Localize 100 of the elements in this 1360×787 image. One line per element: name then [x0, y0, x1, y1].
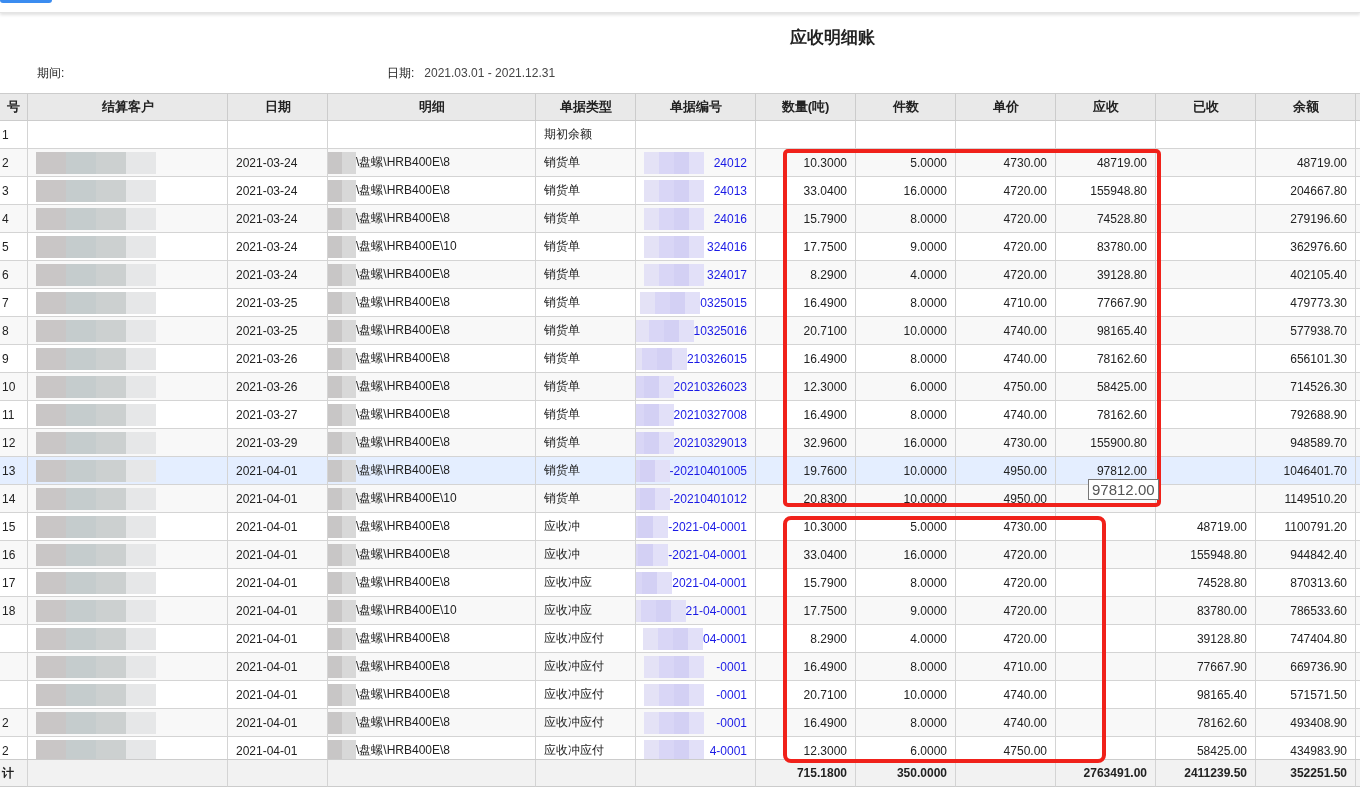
- table-cell: \盘螺\HRB400E\8: [356, 714, 451, 731]
- table-cell: \盘螺\HRB400E\8: [356, 182, 451, 199]
- table-row[interactable]: 2 2021-04-01 \盘螺\HRB400E\8 应收冲应付 -0001 16.4900 8.0000 4740.00 78162.60 493408.90: [0, 709, 1360, 737]
- table-cell: 期初余额: [544, 126, 592, 143]
- table-cell: 2021-03-24: [236, 267, 298, 282]
- document-link[interactable]: -20210401012: [669, 491, 747, 506]
- table-cell: 13: [2, 463, 16, 478]
- redaction-blur: [328, 403, 356, 426]
- report-title: 应收明细账: [790, 27, 875, 49]
- table-row[interactable]: 2021-04-01 \盘螺\HRB400E\8 应收冲应付 -0001 20.7100 10.0000 4740.00 98165.40 571571.50: [0, 681, 1360, 709]
- document-link[interactable]: -0001: [716, 659, 747, 674]
- table-cell: 870313.60: [1290, 575, 1347, 590]
- redaction-blur: [644, 151, 704, 174]
- table-cell: \盘螺\HRB400E\8: [356, 266, 451, 283]
- table-cell: 10.3000: [803, 155, 847, 170]
- table-cell: \盘螺\HRB400E\8: [356, 658, 451, 675]
- document-link[interactable]: 24016: [713, 211, 747, 226]
- document-link[interactable]: -0001: [716, 715, 747, 730]
- table-cell: \盘螺\HRB400E\8: [356, 462, 451, 479]
- table-cell: \盘螺\HRB400E\8: [356, 546, 451, 563]
- document-link[interactable]: 20210326023: [673, 379, 747, 394]
- table-cell: 493408.90: [1290, 715, 1347, 730]
- table-cell: 48719.00: [1196, 519, 1247, 534]
- table-cell: 39128.80: [1096, 267, 1147, 282]
- table-cell: 78162.60: [1096, 351, 1147, 366]
- table-cell: \盘螺\HRB400E\8: [356, 210, 451, 227]
- table-row[interactable]: 8 2021-03-25 \盘螺\HRB400E\8 销货单 10325016 20.7100 10.0000 4740.00 98165.40 577938.70: [0, 317, 1360, 345]
- document-link[interactable]: 21-04-0001: [685, 603, 747, 618]
- table-cell: 8.0000: [910, 295, 947, 310]
- table-cell: 402105.40: [1290, 267, 1347, 282]
- document-link[interactable]: 04-0001: [702, 631, 747, 646]
- table-cell: 15: [2, 519, 16, 534]
- table-row[interactable]: 16 2021-04-01 \盘螺\HRB400E\8 应收冲 -2021-04-0001 33.0400 16.0000 4720.00 155948.80 944842.40: [0, 541, 1360, 569]
- table-row[interactable]: 11 2021-03-27 \盘螺\HRB400E\8 销货单 20210327008 16.4900 8.0000 4740.00 78162.60 792688.90: [0, 401, 1360, 429]
- table-cell: 销货单: [544, 294, 580, 311]
- document-link[interactable]: 324016: [706, 239, 747, 254]
- table-cell: 应收冲应付: [544, 686, 604, 703]
- redaction-blur: [642, 627, 703, 650]
- table-row[interactable]: 17 2021-04-01 \盘螺\HRB400E\8 应收冲应 2021-04-0001 15.7900 8.0000 4720.00 74528.80 870313.60: [0, 569, 1360, 597]
- table-cell: 58425.00: [1196, 743, 1247, 758]
- document-link[interactable]: 24013: [713, 183, 747, 198]
- table-row[interactable]: 5 2021-03-24 \盘螺\HRB400E\10 销货单 324016 17.7500 9.0000 4720.00 83780.00 362976.60: [0, 233, 1360, 261]
- table-cell: 4740.00: [1003, 687, 1047, 702]
- table-cell: 9.0000: [910, 239, 947, 254]
- table-cell: 4740.00: [1003, 715, 1047, 730]
- table-row[interactable]: 13 2021-04-01 \盘螺\HRB400E\8 销货单 -20210401005 19.7600 10.0000 4950.00 97812.00 1046401.70: [0, 457, 1360, 485]
- total-cell: 352251.50: [1290, 766, 1347, 780]
- table-cell: 11: [2, 407, 15, 422]
- document-link[interactable]: 210326015: [686, 351, 747, 366]
- table-cell: 16.4900: [803, 351, 847, 366]
- table-cell: 4740.00: [1003, 323, 1047, 338]
- table-row[interactable]: 3 2021-03-24 \盘螺\HRB400E\8 销货单 24013 33.0400 16.0000 4720.00 155948.80 204667.80: [0, 177, 1360, 205]
- document-link[interactable]: 20210329013: [673, 435, 747, 450]
- table-row[interactable]: 2021-04-01 \盘螺\HRB400E\8 应收冲应付 -0001 16.4900 8.0000 4710.00 77667.90 669736.90: [0, 653, 1360, 681]
- table-cell: 19.7600: [803, 463, 847, 478]
- document-link[interactable]: 10325016: [693, 323, 747, 338]
- table-cell: 1149510.20: [1284, 491, 1347, 506]
- document-link[interactable]: 4-0001: [709, 743, 747, 758]
- table-cell: 2021-03-24: [236, 239, 298, 254]
- table-row[interactable]: 10 2021-03-26 \盘螺\HRB400E\8 销货单 20210326023 12.3000 6.0000 4750.00 58425.00 714526.30: [0, 373, 1360, 401]
- table-row[interactable]: 2021-04-01 \盘螺\HRB400E\8 应收冲应付 04-0001 8.2900 4.0000 4720.00 39128.80 747404.80: [0, 625, 1360, 653]
- table-row[interactable]: 15 2021-04-01 \盘螺\HRB400E\8 应收冲 -2021-04-0001 10.3000 5.0000 4730.00 48719.00 1100791.20: [0, 513, 1360, 541]
- redaction-blur: [328, 235, 356, 258]
- table-row[interactable]: 1 期初余额: [0, 121, 1360, 149]
- table-cell: 15.7900: [803, 211, 847, 226]
- table-cell: 8.0000: [910, 575, 947, 590]
- document-link[interactable]: -0001: [716, 687, 747, 702]
- document-link[interactable]: -2021-04-0001: [668, 519, 747, 534]
- table-cell: 155948.80: [1190, 547, 1247, 562]
- document-link[interactable]: 20210327008: [673, 407, 747, 422]
- document-link[interactable]: 24012: [713, 155, 747, 170]
- document-link[interactable]: 0325015: [700, 295, 747, 310]
- table-cell: 10.0000: [903, 491, 947, 506]
- table-cell: 8.2900: [810, 631, 847, 646]
- table-cell: 1: [2, 127, 9, 142]
- table-row[interactable]: 12 2021-03-29 \盘螺\HRB400E\8 销货单 20210329013 32.9600 16.0000 4730.00 155900.80 948589.70: [0, 429, 1360, 457]
- table-row[interactable]: 7 2021-03-25 \盘螺\HRB400E\8 销货单 0325015 16.4900 8.0000 4710.00 77667.90 479773.30: [0, 289, 1360, 317]
- table-cell: 4950.00: [1003, 463, 1047, 478]
- document-link[interactable]: 324017: [706, 267, 747, 282]
- period-label: 期间:: [37, 66, 65, 80]
- table-row[interactable]: 2 2021-03-24 \盘螺\HRB400E\8 销货单 24012 10.3000 5.0000 4730.00 48719.00 48719.00: [0, 149, 1360, 177]
- table-cell: 4730.00: [1003, 519, 1047, 534]
- toolbar-button[interactable]: [0, 0, 52, 3]
- document-link[interactable]: 2021-04-0001: [672, 575, 747, 590]
- table-cell: 1046401.70: [1283, 463, 1347, 478]
- table-row[interactable]: 18 2021-04-01 \盘螺\HRB400E\10 应收冲应 21-04-0001 17.7500 9.0000 4720.00 83780.00 786533.60: [0, 597, 1360, 625]
- table-cell: 应收冲应付: [544, 630, 604, 647]
- table-row[interactable]: 9 2021-03-26 \盘螺\HRB400E\8 销货单 210326015 16.4900 8.0000 4740.00 78162.60 656101.30: [0, 345, 1360, 373]
- document-link[interactable]: -20210401005: [669, 463, 747, 478]
- table-cell: 4720.00: [1003, 547, 1047, 562]
- table-cell: 4950.00: [1003, 491, 1047, 506]
- table-cell: 应收冲应: [544, 574, 592, 591]
- table-row[interactable]: 4 2021-03-24 \盘螺\HRB400E\8 销货单 24016 15.7900 8.0000 4720.00 74528.80 279196.60: [0, 205, 1360, 233]
- table-cell: 2021-03-29: [236, 435, 298, 450]
- total-label: 计: [2, 764, 14, 782]
- table-cell: 204667.80: [1290, 183, 1347, 198]
- table-cell: 5.0000: [910, 155, 947, 170]
- document-link[interactable]: -2021-04-0001: [668, 547, 747, 562]
- table-cell: 10: [2, 379, 16, 394]
- table-row[interactable]: 6 2021-03-24 \盘螺\HRB400E\8 销货单 324017 8.2900 4.0000 4720.00 39128.80 402105.40: [0, 261, 1360, 289]
